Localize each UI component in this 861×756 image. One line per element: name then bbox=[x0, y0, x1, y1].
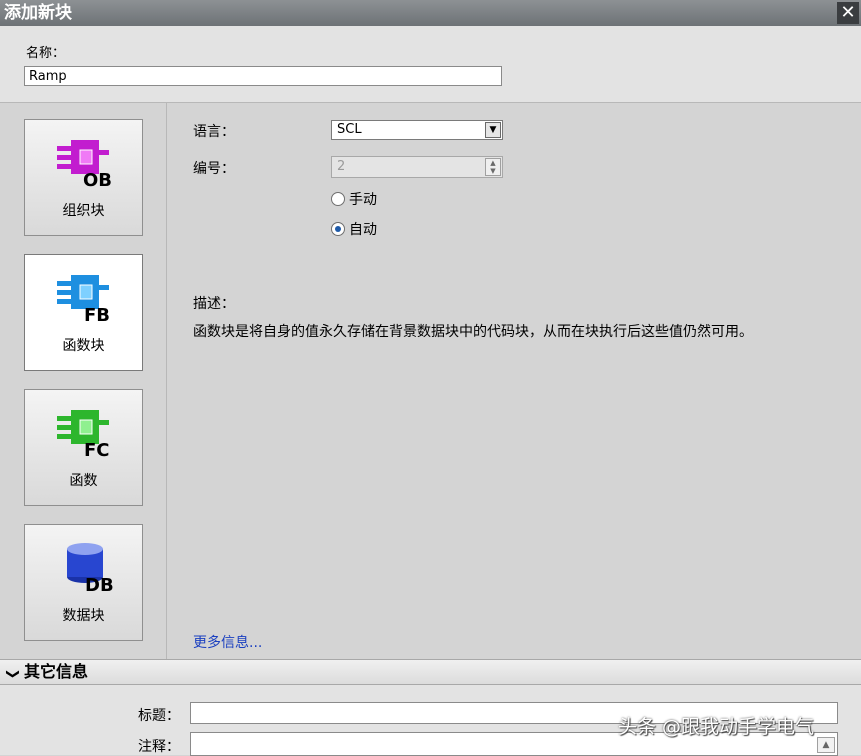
ob-block-icon: OB bbox=[57, 140, 112, 188]
language-label: 语言： bbox=[193, 124, 235, 140]
number-value: 2 bbox=[337, 159, 346, 174]
fb-label: 函数块 bbox=[62, 338, 105, 354]
fc-block-button[interactable]: FC 函数 bbox=[24, 389, 143, 506]
description-label: 描述： bbox=[193, 296, 235, 312]
language-select[interactable]: SCL ▼ bbox=[331, 120, 503, 140]
radio-auto-icon[interactable] bbox=[331, 222, 345, 236]
title-label: 标题： bbox=[138, 708, 180, 724]
db-code: DB bbox=[85, 575, 114, 593]
name-section: 名称： bbox=[0, 26, 861, 103]
radio-manual-label: 手动 bbox=[349, 192, 377, 208]
fb-block-icon: FB bbox=[57, 275, 110, 323]
fc-code: FC bbox=[84, 440, 110, 458]
chevron-down-icon: ❯ bbox=[5, 668, 20, 680]
number-label: 编号： bbox=[193, 161, 235, 177]
dropdown-arrow-icon[interactable]: ▼ bbox=[485, 122, 501, 138]
db-block-icon: DB bbox=[67, 543, 114, 593]
scroll-up-icon[interactable]: ▲ bbox=[817, 737, 835, 753]
block-properties-panel: 语言： SCL ▼ 编号： 2 ▲ ▼ 手动 自动 描述： 函数块是将自身的值永久… bbox=[167, 103, 861, 659]
db-block-button[interactable]: DB 数据块 bbox=[24, 524, 143, 641]
fc-label: 函数 bbox=[69, 473, 98, 489]
more-info-link[interactable]: 更多信息... bbox=[193, 632, 262, 652]
fb-block-button[interactable]: FB 函数块 bbox=[24, 254, 143, 371]
description-text: 函数块是将自身的值永久存储在背景数据块中的代码块，从而在块执行后这些值仍然可用。 bbox=[193, 324, 753, 340]
fc-block-icon: FC bbox=[57, 410, 110, 458]
ob-label: 组织块 bbox=[62, 203, 105, 219]
radio-manual[interactable]: 手动 bbox=[331, 189, 377, 209]
other-info-title: 其它信息 bbox=[24, 662, 89, 681]
watermark: 头条 @跟我动手学电气 bbox=[618, 716, 815, 738]
db-label: 数据块 bbox=[62, 608, 105, 624]
language-value: SCL bbox=[337, 122, 362, 137]
block-type-sidebar: OB 组织块 FB 函数块 FC 函数 DB 数据块 bbox=[0, 103, 167, 659]
window-title: 添加新块 bbox=[4, 3, 72, 23]
number-input[interactable]: 2 ▲ ▼ bbox=[331, 156, 503, 178]
ob-block-button[interactable]: OB 组织块 bbox=[24, 119, 143, 236]
ob-code: OB bbox=[83, 170, 112, 188]
spinner-arrows-icon[interactable]: ▲ ▼ bbox=[485, 158, 501, 176]
radio-auto-label: 自动 bbox=[349, 222, 377, 238]
title-bar: 添加新块 ✕ bbox=[0, 0, 861, 26]
close-button[interactable]: ✕ bbox=[837, 2, 859, 24]
fb-code: FB bbox=[84, 305, 110, 323]
other-info-header[interactable]: ❯ 其它信息 bbox=[0, 659, 861, 685]
name-input[interactable] bbox=[24, 66, 502, 86]
radio-auto[interactable]: 自动 bbox=[331, 219, 377, 239]
name-label: 名称： bbox=[26, 46, 66, 61]
comment-label: 注释： bbox=[138, 739, 180, 755]
radio-manual-icon[interactable] bbox=[331, 192, 345, 206]
